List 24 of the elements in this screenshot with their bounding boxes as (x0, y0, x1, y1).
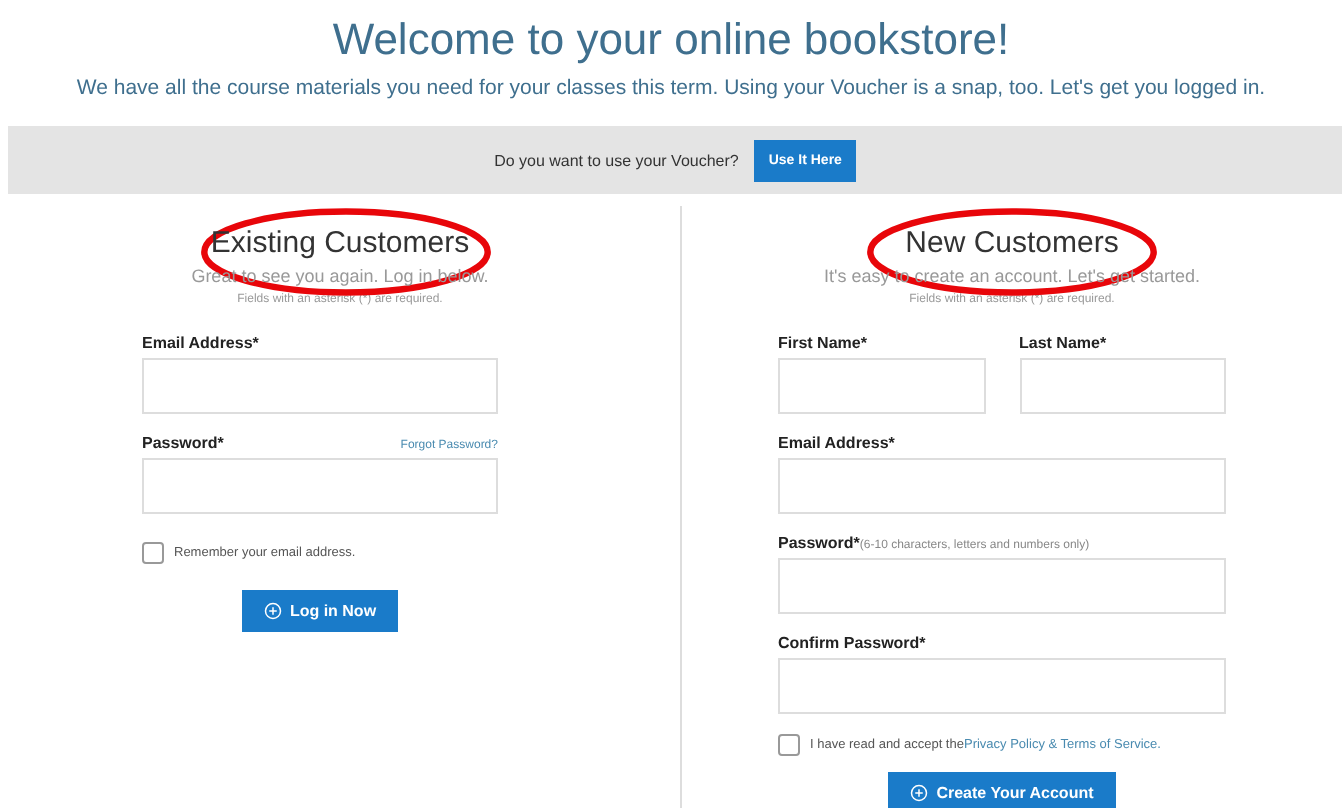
input-field[interactable] (778, 358, 985, 414)
submit-button[interactable]: Create Your Account (888, 772, 1116, 808)
input-field[interactable] (778, 658, 1226, 714)
field-label: Password* (142, 434, 224, 452)
input-field[interactable] (778, 558, 1226, 614)
section-heading: New Customers (903, 226, 1121, 262)
checkbox[interactable] (142, 542, 164, 564)
field-label: Email Address* (778, 434, 895, 452)
welcome-text: We have all the course materials you need for your classes this term. Using your Voucher is a snap, too. Let's get you logged in. (74, 76, 1268, 100)
checkbox[interactable] (778, 734, 800, 756)
field-label: First Name* (778, 334, 867, 352)
input-field[interactable] (1019, 358, 1226, 414)
page-title: Welcome to your online bookstore! (330, 12, 1012, 68)
input-field[interactable] (778, 458, 1226, 514)
input-field[interactable] (142, 458, 498, 514)
plus-circle-icon (263, 602, 282, 620)
field-label: Confirm Password* (778, 634, 926, 652)
field-label: Email Address* (142, 334, 259, 352)
section-heading: Existing Customers (208, 226, 472, 262)
submit-button[interactable]: Log in Now (241, 590, 399, 632)
input-field[interactable] (142, 358, 498, 414)
field-label: Last Name* (1019, 334, 1107, 352)
plus-circle-icon (910, 784, 929, 802)
voucher-question: Do you want to use your Voucher? (494, 151, 739, 169)
